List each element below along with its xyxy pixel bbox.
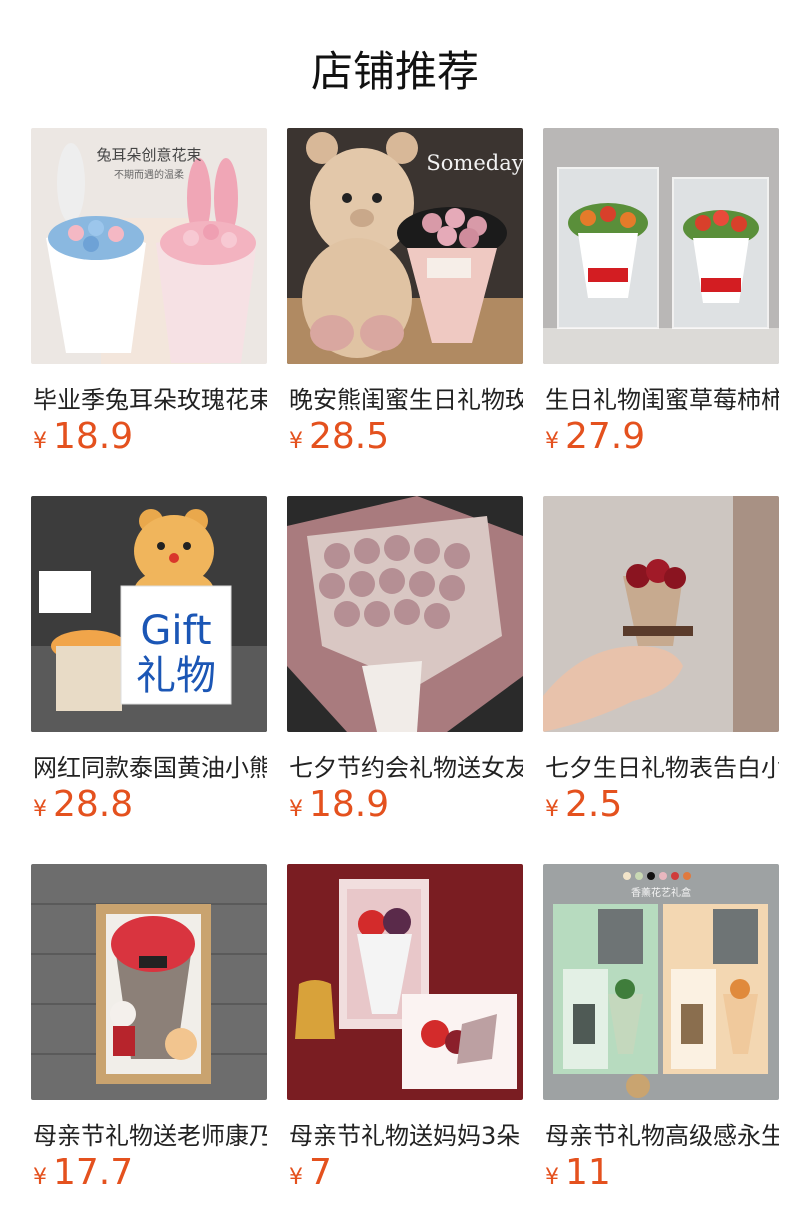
image-subcaption: 礼物 (136, 653, 216, 699)
product-price: ¥7 (289, 1152, 332, 1193)
price-value: 11 (565, 1152, 611, 1193)
product-image[interactable] (31, 864, 267, 1100)
currency-symbol: ¥ (33, 429, 47, 454)
image-caption: Someday (426, 151, 523, 175)
product-price: ¥28.8 (33, 784, 133, 825)
product-price: ¥17.7 (33, 1152, 133, 1193)
product-price: ¥2.5 (545, 784, 622, 825)
product-image[interactable] (287, 864, 523, 1100)
product-image[interactable] (543, 128, 779, 364)
section-title: 店铺推荐 (310, 47, 479, 96)
image-caption: Gift (140, 608, 211, 654)
price-value: 27.9 (565, 416, 646, 457)
product-name[interactable]: 七夕节约会礼物送女友 (289, 748, 523, 783)
image-caption: 兔耳朵创意花束 (96, 146, 201, 164)
product-price: ¥27.9 (545, 416, 645, 457)
product-image[interactable]: 兔耳朵创意花束 不期而遇的温柔 (31, 128, 267, 364)
price-value: 28.8 (53, 784, 134, 825)
price-value: 2.5 (565, 784, 623, 825)
product-name[interactable]: 母亲节礼物送老师康乃馨 (33, 1116, 267, 1151)
price-value: 17.7 (53, 1152, 134, 1193)
product-name[interactable]: 七夕生日礼物表告白小 (545, 748, 779, 783)
product-price: ¥18.9 (289, 784, 389, 825)
currency-symbol: ¥ (289, 797, 303, 822)
currency-symbol: ¥ (289, 1165, 303, 1190)
image-caption: 香薰花艺礼盒 (631, 886, 691, 899)
currency-symbol: ¥ (33, 1165, 47, 1190)
product-name[interactable]: 晚安熊闺蜜生日礼物玫瑰 (289, 380, 523, 415)
product-name[interactable]: 母亲节礼物高级感永生 (545, 1116, 779, 1151)
product-price: ¥28.5 (289, 416, 389, 457)
currency-symbol: ¥ (33, 797, 47, 822)
product-name[interactable]: 毕业季兔耳朵玫瑰花束 (33, 380, 267, 415)
product-image[interactable] (543, 496, 779, 732)
product-name[interactable]: 母亲节礼物送妈妈3朵 (289, 1116, 523, 1151)
currency-symbol: ¥ (545, 1165, 559, 1190)
price-value: 7 (309, 1152, 332, 1193)
product-image[interactable]: Gift 礼物 (31, 496, 267, 732)
product-name[interactable]: 网红同款泰国黄油小熊 (33, 748, 267, 783)
product-price: ¥11 (545, 1152, 611, 1193)
price-value: 28.5 (309, 416, 390, 457)
currency-symbol: ¥ (545, 797, 559, 822)
product-image[interactable]: Someday (287, 128, 523, 364)
currency-symbol: ¥ (545, 429, 559, 454)
price-value: 18.9 (309, 784, 390, 825)
product-image[interactable] (287, 496, 523, 732)
price-value: 18.9 (53, 416, 134, 457)
product-image[interactable]: 香薰花艺礼盒 (543, 864, 779, 1100)
currency-symbol: ¥ (289, 429, 303, 454)
product-price: ¥18.9 (33, 416, 133, 457)
product-name[interactable]: 生日礼物闺蜜草莓柿柿 (545, 380, 779, 415)
image-subcaption: 不期而遇的温柔 (114, 168, 184, 181)
